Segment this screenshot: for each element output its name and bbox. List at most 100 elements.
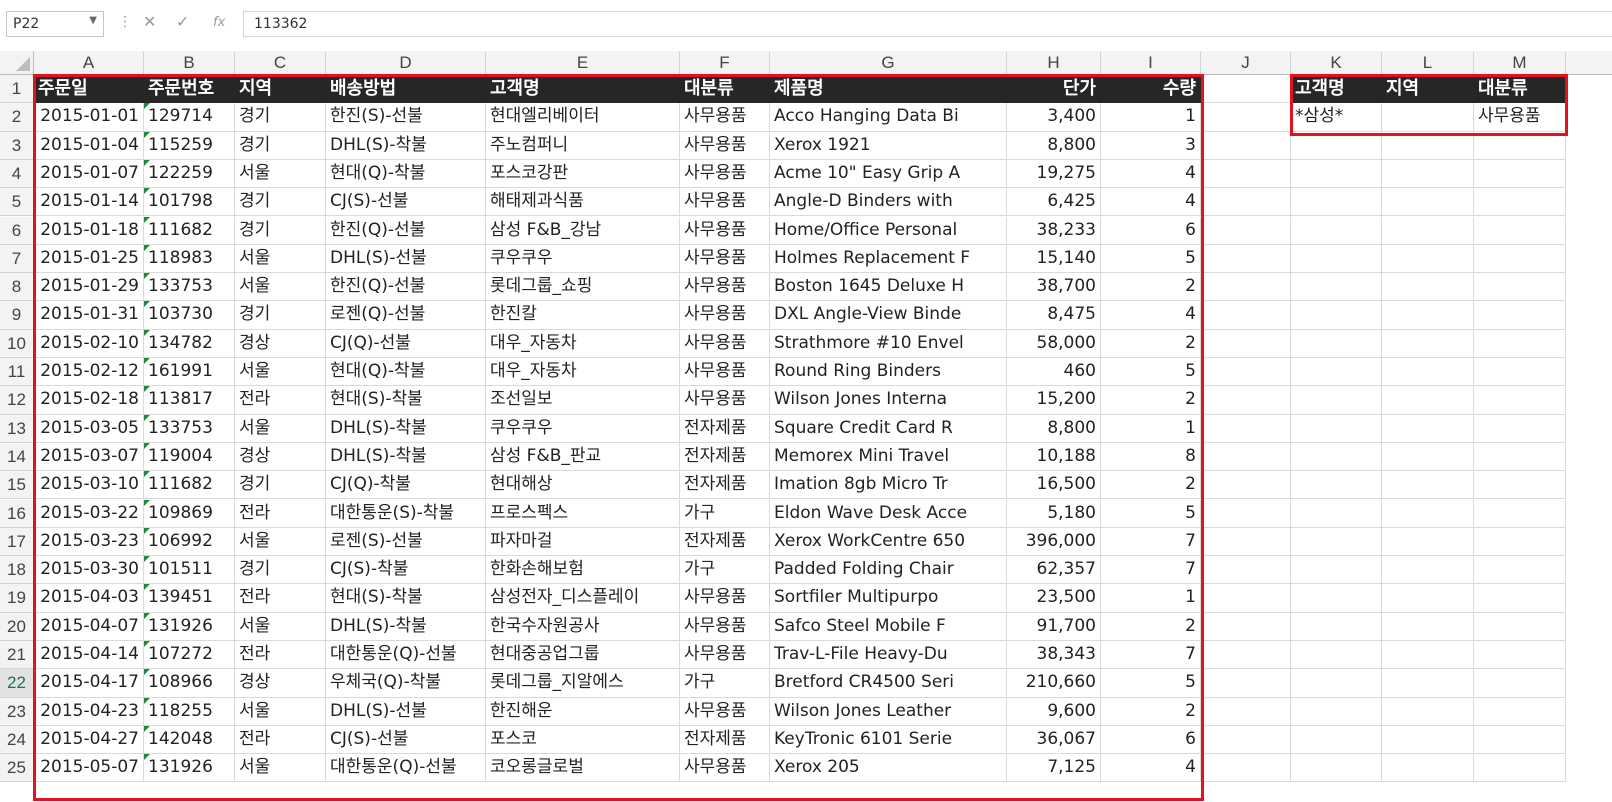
table-cell[interactable]: 서울 xyxy=(235,697,326,726)
table-cell[interactable]: 131926 xyxy=(144,612,235,641)
cell[interactable] xyxy=(1201,754,1291,783)
table-cell[interactable]: 108966 xyxy=(144,669,235,698)
table-cell[interactable]: 2 xyxy=(1101,386,1201,415)
table-cell[interactable]: 서울 xyxy=(235,273,326,302)
row-header-19[interactable]: 19 xyxy=(0,584,34,613)
criteria-value-cell[interactable]: *삼성* xyxy=(1291,103,1382,132)
cell[interactable] xyxy=(1382,754,1474,783)
cell[interactable] xyxy=(1382,329,1474,358)
cell[interactable] xyxy=(1474,499,1566,528)
table-cell[interactable]: 전라 xyxy=(235,386,326,415)
cell[interactable] xyxy=(1474,669,1566,698)
cell[interactable] xyxy=(1382,358,1474,387)
table-cell[interactable]: Xerox WorkCentre 650 xyxy=(770,527,1007,557)
table-cell[interactable]: Angle-D Binders with xyxy=(770,188,1007,217)
table-cell[interactable]: 91,700 xyxy=(1007,612,1101,641)
cell[interactable] xyxy=(1474,527,1566,557)
cell[interactable] xyxy=(1201,273,1291,302)
table-cell[interactable]: 사무용품 xyxy=(680,301,770,330)
row-header-9[interactable]: 9 xyxy=(0,301,34,330)
enter-icon[interactable]: ✓ xyxy=(176,12,189,31)
cell[interactable] xyxy=(1291,669,1382,698)
cell[interactable] xyxy=(1474,216,1566,245)
chevron-down-icon[interactable]: ▼ xyxy=(89,15,97,26)
cell[interactable] xyxy=(1201,584,1291,613)
cell[interactable] xyxy=(1201,75,1291,104)
table-cell[interactable]: 106992 xyxy=(144,527,235,557)
cell[interactable] xyxy=(1474,159,1566,189)
table-cell[interactable]: 사무용품 xyxy=(680,159,770,189)
table-cell[interactable]: 2015-04-03 xyxy=(34,584,144,613)
table-cell[interactable]: Memorex Mini Travel xyxy=(770,442,1007,472)
table-cell[interactable]: 122259 xyxy=(144,159,235,189)
table-cell[interactable]: 7 xyxy=(1101,527,1201,557)
column-header-c[interactable]: C xyxy=(235,51,326,75)
table-cell[interactable]: 2015-03-23 xyxy=(34,527,144,557)
cell[interactable] xyxy=(1474,386,1566,415)
table-cell[interactable]: 경상 xyxy=(235,329,326,358)
table-cell[interactable]: Wilson Jones Leather xyxy=(770,697,1007,726)
cell[interactable] xyxy=(1201,556,1291,585)
table-cell[interactable]: Square Credit Card R xyxy=(770,414,1007,443)
table-cell[interactable]: 119004 xyxy=(144,442,235,472)
table-cell[interactable]: 코오롱글로벌 xyxy=(486,754,680,783)
table-cell[interactable]: 16,500 xyxy=(1007,471,1101,500)
table-cell[interactable]: DHL(S)-착불 xyxy=(326,414,486,443)
criteria-value-cell[interactable] xyxy=(1382,103,1474,132)
cell[interactable] xyxy=(1474,414,1566,443)
table-cell[interactable]: 전라 xyxy=(235,725,326,755)
cell[interactable] xyxy=(1291,641,1382,670)
table-cell[interactable]: Safco Steel Mobile F xyxy=(770,612,1007,641)
table-cell[interactable]: 서울 xyxy=(235,159,326,189)
column-header-m[interactable]: M xyxy=(1474,51,1566,75)
table-cell[interactable]: 경기 xyxy=(235,131,326,160)
cell[interactable] xyxy=(1201,358,1291,387)
table-cell[interactable]: 8 xyxy=(1101,442,1201,472)
table-cell[interactable]: 107272 xyxy=(144,641,235,670)
table-cell[interactable]: Xerox 1921 xyxy=(770,131,1007,160)
row-header-5[interactable]: 5 xyxy=(0,188,34,217)
table-cell[interactable]: 사무용품 xyxy=(680,131,770,160)
table-cell[interactable]: 2 xyxy=(1101,329,1201,358)
cell[interactable] xyxy=(1474,273,1566,302)
table-header-cell[interactable]: 배송방법 xyxy=(326,75,486,104)
cell[interactable] xyxy=(1201,188,1291,217)
table-header-cell[interactable]: 고객명 xyxy=(486,75,680,104)
table-cell[interactable]: 38,700 xyxy=(1007,273,1101,302)
table-cell[interactable]: 2 xyxy=(1101,273,1201,302)
table-cell[interactable]: 134782 xyxy=(144,329,235,358)
cell[interactable] xyxy=(1474,131,1566,160)
cell[interactable] xyxy=(1382,471,1474,500)
table-cell[interactable]: 7 xyxy=(1101,556,1201,585)
table-cell[interactable]: 129714 xyxy=(144,103,235,132)
table-cell[interactable]: 사무용품 xyxy=(680,584,770,613)
table-cell[interactable]: 2015-04-17 xyxy=(34,669,144,698)
table-cell[interactable]: 62,357 xyxy=(1007,556,1101,585)
row-header-20[interactable]: 20 xyxy=(0,612,34,641)
row-header-17[interactable]: 17 xyxy=(0,527,34,557)
cell[interactable] xyxy=(1291,188,1382,217)
row-header-2[interactable]: 2 xyxy=(0,103,34,132)
table-cell[interactable]: 161991 xyxy=(144,358,235,387)
table-cell[interactable]: CJ(S)-착불 xyxy=(326,556,486,585)
table-cell[interactable]: 1 xyxy=(1101,584,1201,613)
row-header-24[interactable]: 24 xyxy=(0,725,34,755)
table-cell[interactable]: 210,660 xyxy=(1007,669,1101,698)
cell[interactable] xyxy=(1201,499,1291,528)
table-header-cell[interactable]: 대분류 xyxy=(680,75,770,104)
table-cell[interactable]: 115259 xyxy=(144,131,235,160)
table-cell[interactable]: 우체국(Q)-착불 xyxy=(326,669,486,698)
column-header-l[interactable]: L xyxy=(1382,51,1474,75)
table-cell[interactable]: Padded Folding Chair xyxy=(770,556,1007,585)
table-cell[interactable]: Round Ring Binders xyxy=(770,358,1007,387)
table-cell[interactable]: 2015-01-18 xyxy=(34,216,144,245)
cell[interactable] xyxy=(1382,499,1474,528)
table-cell[interactable]: 대한통운(Q)-선불 xyxy=(326,754,486,783)
cell[interactable] xyxy=(1291,471,1382,500)
table-cell[interactable]: 9,600 xyxy=(1007,697,1101,726)
table-cell[interactable]: 전라 xyxy=(235,584,326,613)
table-cell[interactable]: 해태제과식품 xyxy=(486,188,680,217)
table-cell[interactable]: 19,275 xyxy=(1007,159,1101,189)
table-cell[interactable]: 23,500 xyxy=(1007,584,1101,613)
table-cell[interactable]: 대우_자동차 xyxy=(486,329,680,358)
